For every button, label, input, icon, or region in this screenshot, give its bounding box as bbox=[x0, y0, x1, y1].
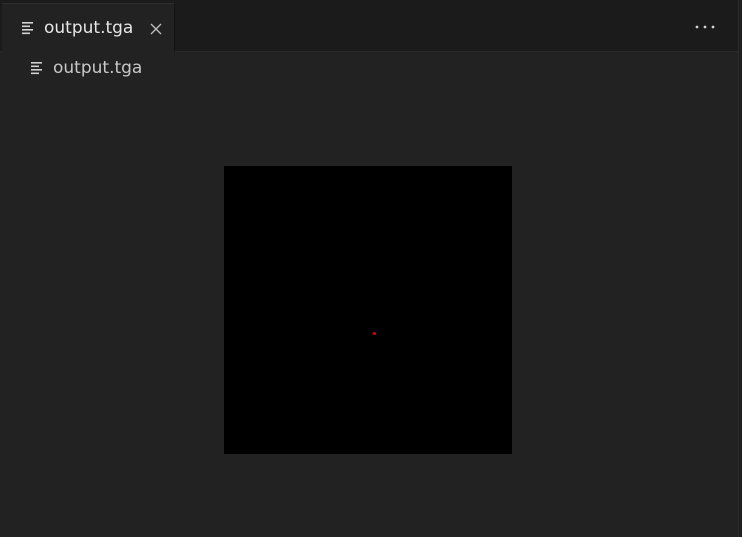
image-preview bbox=[224, 166, 512, 454]
ellipsis-icon[interactable] bbox=[692, 16, 718, 38]
editor-window: output.tga output.tga bbox=[0, 0, 742, 537]
file-text-icon[interactable] bbox=[31, 61, 44, 75]
tab-bar: output.tga bbox=[0, 0, 742, 52]
breadcrumb-file-label[interactable]: output.tga bbox=[53, 57, 142, 79]
tab-output-tga[interactable]: output.tga bbox=[2, 3, 175, 52]
scrollbar-track[interactable] bbox=[738, 0, 742, 537]
close-icon[interactable] bbox=[148, 21, 164, 37]
file-text-icon bbox=[22, 22, 33, 35]
tab-label: output.tga bbox=[44, 18, 134, 38]
red-pixel bbox=[373, 332, 376, 335]
breadcrumb: output.tga bbox=[0, 52, 742, 82]
